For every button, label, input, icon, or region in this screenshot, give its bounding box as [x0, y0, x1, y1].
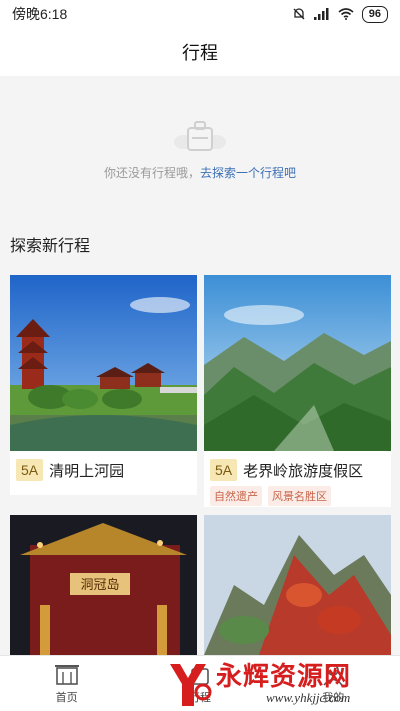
attraction-name: 清明上河园 — [49, 462, 125, 480]
luggage-cloud-icon — [174, 121, 226, 151]
grade-badge: 5A — [210, 459, 238, 481]
grade-badge: 5A — [16, 459, 44, 481]
empty-message: 你还没有行程哦，去探索一个行程吧 — [104, 164, 296, 181]
empty-state: 你还没有行程哦，去探索一个行程吧 — [0, 76, 400, 204]
home-gate-icon — [54, 658, 80, 686]
attraction-photo — [204, 515, 391, 655]
empty-message-text: 你还没有行程哦， — [103, 166, 200, 180]
watermark-url: www.yhkjjc.com — [266, 689, 351, 705]
tag-scenic-area: 风景名胜区 — [268, 486, 331, 506]
watermark: 永辉资源网 www.yhkjjc.com — [166, 656, 400, 711]
nav-home-label: 首页 — [55, 692, 78, 704]
gate-sign-text: 洞冠岛 — [80, 577, 119, 593]
nav-home[interactable]: 首页 — [0, 656, 133, 711]
tag-natural-heritage: 自然遗产 — [210, 486, 262, 506]
attraction-card[interactable]: 5A 清明上河园 — [10, 275, 197, 495]
section-title: 探索新行程 — [10, 238, 91, 255]
status-icons: 96 — [292, 5, 388, 23]
attraction-card[interactable]: 5A 老界岭旅游度假区 自然遗产 风景名胜区 — [204, 275, 391, 507]
attraction-photo: 洞冠岛 — [10, 515, 197, 655]
status-time: 傍晚6:18 — [12, 6, 68, 22]
attraction-photo — [204, 275, 391, 451]
status-bar: 傍晚6:18 96 — [0, 0, 400, 28]
attraction-info: 5A 清明上河园 — [16, 459, 124, 481]
watermark-name: 永辉资源网 — [216, 660, 352, 691]
watermark-logo-icon — [170, 663, 212, 706]
mute-bell-icon — [293, 8, 305, 20]
explore-link[interactable]: 去探索一个行程吧 — [200, 166, 296, 180]
battery-indicator: 96 — [361, 5, 388, 23]
attraction-name: 老界岭旅游度假区 — [243, 462, 364, 480]
watermark-text: 永辉资源网 www.yhkjjc.com — [216, 662, 351, 706]
attraction-info: 5A 老界岭旅游度假区 — [210, 459, 363, 481]
attraction-photo — [10, 275, 197, 451]
attraction-tags: 自然遗产 风景名胜区 — [210, 486, 331, 506]
page-title: 行程 — [182, 43, 218, 63]
attraction-card[interactable]: 洞冠岛 — [10, 515, 197, 655]
wifi-icon — [338, 8, 354, 20]
title-bar: 行程 — [0, 28, 400, 76]
attraction-card[interactable] — [204, 515, 391, 655]
signal-icon — [313, 8, 329, 20]
